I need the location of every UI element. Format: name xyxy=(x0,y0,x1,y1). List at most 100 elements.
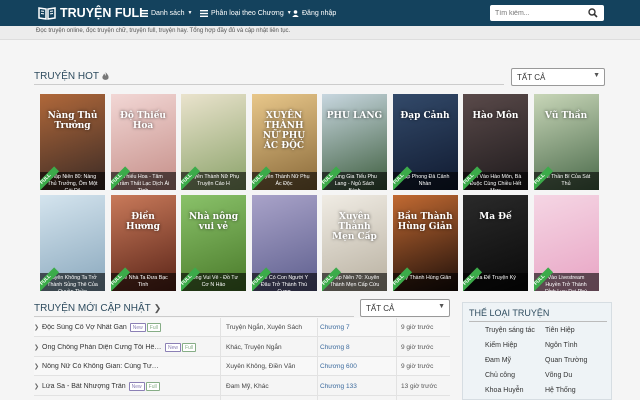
story-title-cell[interactable]: ❯ Lửa Sa - Bất Nhượng Trần New Full xyxy=(34,377,218,396)
nav-dang-nhap[interactable]: Đăng nhập xyxy=(292,0,336,26)
cover-art-title: PHU LANG xyxy=(326,111,383,121)
hot-story-card[interactable]: Nàng Thủ Trưởng Thập Niên 80: Nàng Thủ Tr… xyxy=(40,94,105,190)
search-icon[interactable] xyxy=(588,8,598,18)
caret-down-icon: ▼ xyxy=(187,10,193,16)
cover-art-title: Nàng Thủ Trưởng xyxy=(47,111,98,131)
user-icon xyxy=(292,9,299,17)
hot-story-card[interactable]: Điền Hương Thế Nhà Ta Đưa Bạc Tình FULL xyxy=(110,195,176,291)
hot-story-card[interactable]: XUYÊN THÀNH NỮ PHỤ ÁC ĐỘC Xuyên Thành Nữ … xyxy=(251,94,317,190)
hot-section-title[interactable]: TRUYỆN HOT xyxy=(34,71,109,82)
chevron-right-icon: ❯ xyxy=(153,303,162,313)
hot-story-card[interactable]: Bầu Thành Hùng Giản Đây Thành Hùng Giản FU… xyxy=(392,195,458,291)
chevron-right-icon: ❯ xyxy=(34,364,40,370)
cover-art-title: Ma Đế xyxy=(479,212,512,222)
hot-story-card[interactable]: Xuyên Thành Mẹn Cấp Thập Niên 70: Xuyên T… xyxy=(322,195,387,291)
chevron-down-icon: ▼ xyxy=(438,303,445,310)
genre-link[interactable]: Khoa Huyễn xyxy=(485,387,524,394)
hot-story-card[interactable]: Ma Đế Ma Để Truyện Ký FULL xyxy=(463,195,528,291)
story-update-time: 9 giờ trước xyxy=(401,324,434,331)
latest-divider xyxy=(34,316,354,317)
genre-panel: THỂ LOẠI TRUYỆN Truyện sáng tác Tiên Hiệp… xyxy=(462,302,612,400)
nav-dang-nhap-label: Đăng nhập xyxy=(302,9,337,17)
hot-story-card[interactable]: Xuyên Thành Nữ Phụ Truyện Cáo H FULL xyxy=(181,94,246,190)
full-badge: Full xyxy=(146,323,161,332)
hot-story-card[interactable]: Vũ Thần Khí Thần Bí Của Sát Thủ FULL xyxy=(533,94,599,190)
story-chapter-link[interactable]: Chương 8 xyxy=(320,338,400,357)
hot-filter-select[interactable]: TẤT CẢ ▼ xyxy=(511,68,605,86)
hot-story-card[interactable]: PHU LANG Cùng Gia Tiểu Phu Lang - Ngủ Sác… xyxy=(322,94,387,190)
genre-link[interactable]: Hệ Thống xyxy=(545,387,576,394)
table-row: ❯Nông Nữ Có Không Gian: Cùng Tướng Công … xyxy=(34,357,450,376)
table-row: ❯ Lửa Sa - Bất Nhượng Trần New Full Đam Mỹ, … xyxy=(34,377,450,396)
genre-link[interactable]: Võng Du xyxy=(545,372,572,379)
badge-group: New Full xyxy=(165,342,197,352)
genre-link[interactable]: Quan Trường xyxy=(545,357,587,364)
story-title[interactable]: Lửa Sa - Bất Nhượng Trần xyxy=(42,383,126,390)
story-title[interactable]: Nông Nữ Có Không Gian: Cùng Tướng Công T… xyxy=(42,363,162,370)
nav-phan-loai[interactable]: Phân loại theo Chương ▼ xyxy=(200,0,292,26)
hot-story-card[interactable]: Nhà nông vui vẻ Nông Vui Vẻ - Đồ Tư Cơ N … xyxy=(181,195,246,291)
cover-art-title: Xuyên Thành Mẹn Cấp xyxy=(332,212,377,242)
story-title-cell[interactable]: ❯ Độc Sủng Cô Vợ Nhất Gan New Full xyxy=(34,318,218,337)
story-genres[interactable]: Xuyên Không, Điền Văn xyxy=(226,357,316,376)
hot-story-card[interactable]: Vào Livestream Huyền Trở Thành Đỉnh Lưu … xyxy=(533,195,599,291)
top-navbar: TRUYỆN FULL Danh sách ▼ Phân loại theo C… xyxy=(0,0,640,26)
hot-story-card[interactable]: Xuyên Không Ta Trở Thành Sủng Thê Của Qu… xyxy=(40,195,105,291)
hot-story-card[interactable]: Đạp Cảnh Đạp Phong Đả Cảnh Nhàn FULL xyxy=(392,94,458,190)
hot-title-text: TRUYỆN HOT xyxy=(34,71,99,82)
book-icon xyxy=(38,7,56,20)
story-genres[interactable]: Đam Mỹ, Khác xyxy=(226,377,316,396)
genre-divider xyxy=(469,321,607,322)
chevron-right-icon: ❯ xyxy=(34,344,40,351)
site-logo[interactable]: TRUYỆN FULL xyxy=(38,4,147,22)
latest-filter-value: TẤT CẢ xyxy=(366,303,395,313)
chevron-down-icon: ▼ xyxy=(593,72,600,79)
story-chapter-link[interactable]: Chương 7 xyxy=(320,318,400,337)
column-divider xyxy=(396,318,397,400)
genre-link[interactable]: Ngôn Tình xyxy=(545,342,578,349)
genre-link[interactable]: Chủ công xyxy=(485,372,515,379)
full-badge: Full xyxy=(182,342,197,352)
cover-art-title: Độ Thiếu Hoa xyxy=(120,111,166,131)
chevron-right-icon: ❯ xyxy=(34,325,40,331)
genre-link[interactable]: Đam Mỹ xyxy=(485,357,511,364)
new-badge: New xyxy=(128,381,145,391)
badge-group: New Full xyxy=(129,323,161,332)
genre-panel-title: THỂ LOẠI TRUYỆN xyxy=(469,308,550,318)
story-genres[interactable]: Truyện Ngắn, Xuyên Sách xyxy=(226,318,316,337)
genre-link[interactable]: Tiên Hiệp xyxy=(545,327,575,334)
cover-art-title: Nhà nông vui vẻ xyxy=(188,212,239,232)
hot-story-card[interactable]: Độ Thiếu Hoa Thiếu Hoa - Tâm Trầm Thất Lạ… xyxy=(110,94,176,190)
nav-phan-loai-label: Phân loại theo Chương xyxy=(211,9,284,17)
hot-story-card[interactable]: Hào MônChí Vào Hào Môn, Bà Đuộc Cùng Chi… xyxy=(463,94,528,190)
tagline-text: Đọc truyện online, đọc truyện chữ, truyệ… xyxy=(36,28,291,34)
nav-danh-sach[interactable]: Danh sách ▼ xyxy=(140,0,192,26)
list-icon xyxy=(200,9,208,17)
full-badge: Full xyxy=(145,381,160,391)
search-input[interactable] xyxy=(490,6,586,20)
chevron-right-icon: ❯ xyxy=(34,383,40,390)
story-title[interactable]: Độc Sủng Cô Vợ Nhất Gan xyxy=(42,324,127,331)
genre-link[interactable]: Truyện sáng tác xyxy=(485,327,535,334)
search-box xyxy=(490,5,604,21)
story-title[interactable]: Ông Chồng Phản Diện Cưng Tôi Hết Mực xyxy=(42,344,162,351)
hot-filter-value: TẤT CẢ xyxy=(517,72,546,82)
story-chapter-link[interactable]: Chương 133 xyxy=(320,377,400,396)
latest-filter-select[interactable]: TẤT CẢ ▼ xyxy=(360,299,450,317)
story-update-time: 9 giờ trước xyxy=(401,343,434,351)
new-badge: New xyxy=(165,342,182,352)
cover-art-title: XUYÊN THÀNH NỮ PHỤ ÁC ĐỘC xyxy=(262,111,306,151)
cover-art-title: Đạp Cảnh xyxy=(400,111,450,121)
nav-danh-sach-label: Danh sách xyxy=(151,9,185,17)
story-title-cell[interactable]: ❯Nông Nữ Có Không Gian: Cùng Tướng Công … xyxy=(34,357,218,376)
latest-section-title[interactable]: TRUYỆN MỚI CẬP NHẬT ❯ xyxy=(34,303,161,314)
genre-link[interactable]: Kiếm Hiệp xyxy=(485,342,517,349)
hot-story-card[interactable]: Khi Có Con Người Y Đâu Trở Thành Thú Cưn… xyxy=(251,195,317,291)
column-divider xyxy=(317,318,318,400)
story-title-cell[interactable]: ❯ Ông Chồng Phản Diện Cưng Tôi Hết Mực New… xyxy=(34,338,218,357)
story-genres[interactable]: Khác, Truyện Ngắn xyxy=(226,338,316,357)
story-chapter-link[interactable]: Chương 600 xyxy=(320,357,400,376)
story-update-time: 9 giờ trước xyxy=(401,363,434,370)
cover-art-title: Hào Môn xyxy=(472,111,519,121)
hot-divider xyxy=(34,84,504,85)
